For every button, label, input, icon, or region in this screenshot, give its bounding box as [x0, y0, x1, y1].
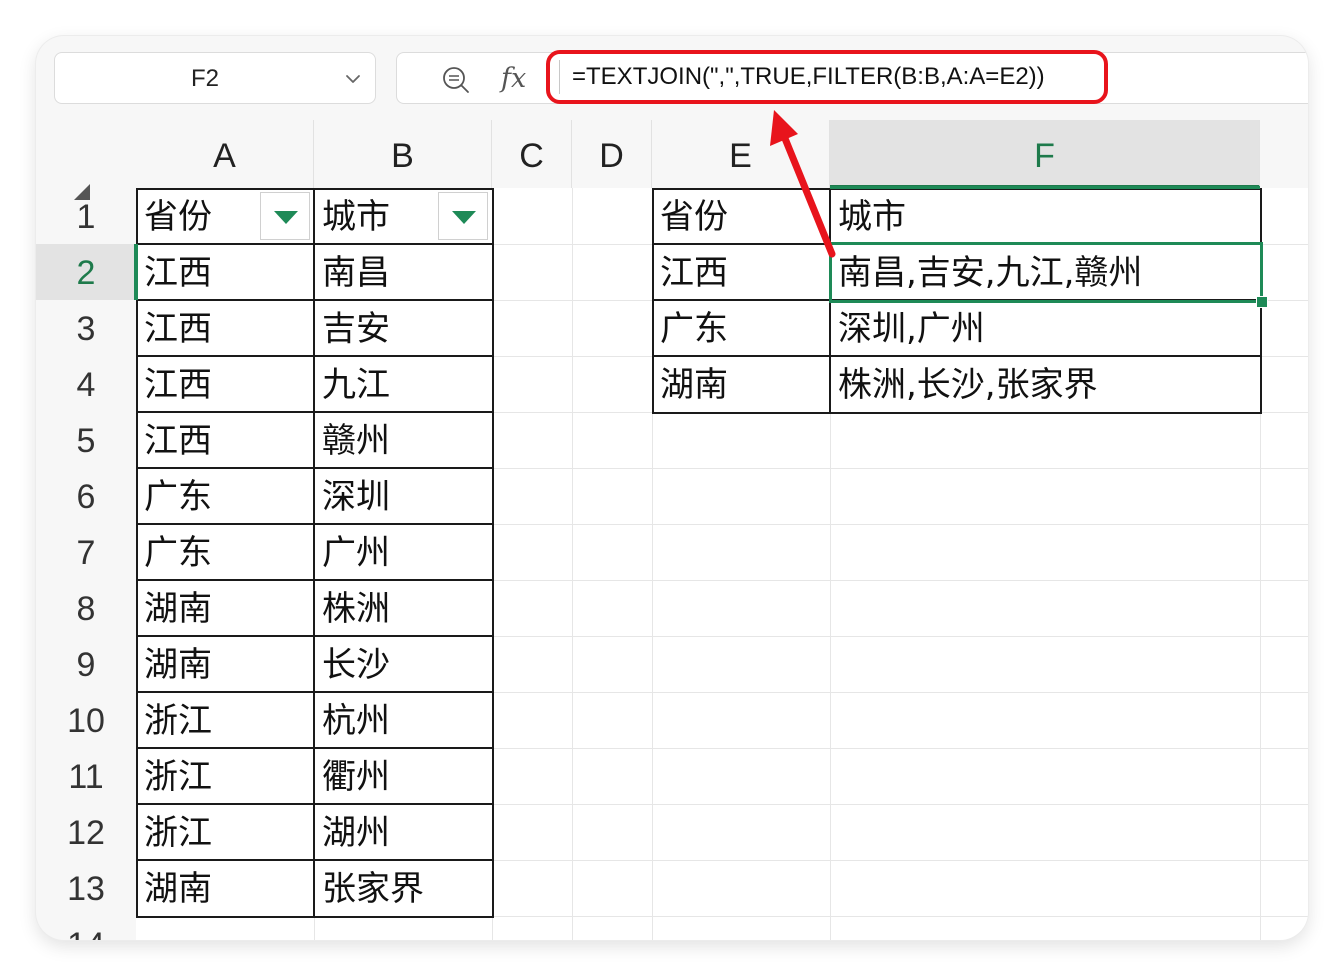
gridline	[572, 188, 573, 940]
filter-button-b[interactable]	[438, 192, 488, 240]
name-box-value: F2	[190, 65, 219, 92]
column-header-b[interactable]: B	[314, 120, 492, 188]
cell-a9[interactable]: 湖南	[136, 636, 314, 692]
cell-a4[interactable]: 江西	[136, 356, 314, 412]
active-cell-border	[829, 242, 1263, 303]
cell-e2[interactable]: 江西	[652, 244, 830, 300]
cell-a6[interactable]: 广东	[136, 468, 314, 524]
cell-a10[interactable]: 浙江	[136, 692, 314, 748]
cell-b12[interactable]: 湖州	[314, 804, 492, 860]
cell-area[interactable]: 省份 城市 江西 南昌 江西 吉安 江西 九江 江西 赣州 广东 深圳 广东 广…	[134, 186, 1308, 940]
row-header-6[interactable]: 6	[36, 468, 136, 524]
cell-a11[interactable]: 浙江	[136, 748, 314, 804]
row-header-4[interactable]: 4	[36, 356, 136, 412]
active-column-indicator	[830, 186, 1260, 189]
row-header-12[interactable]: 12	[36, 804, 136, 860]
chevron-down-icon[interactable]	[341, 67, 365, 91]
sheet-grid: A B C D E F 1 2 3 4 5 6 7 8 9 10 11 12 1…	[36, 120, 1308, 940]
cell-b2[interactable]: 南昌	[314, 244, 492, 300]
formula-cursor	[559, 60, 560, 94]
column-header-c[interactable]: C	[492, 120, 572, 188]
row-header-1[interactable]: 1	[36, 188, 136, 244]
cell-b3[interactable]: 吉安	[314, 300, 492, 356]
filter-dropdown-icon	[452, 211, 476, 224]
name-box[interactable]: F2	[54, 52, 376, 104]
fx-icon[interactable]: fx	[501, 59, 526, 99]
row-header-5[interactable]: 5	[36, 412, 136, 468]
column-header-f[interactable]: F	[830, 120, 1260, 188]
cell-f1[interactable]: 城市	[830, 188, 1260, 244]
cell-b13[interactable]: 张家界	[314, 860, 492, 916]
column-header-d[interactable]: D	[572, 120, 652, 188]
cell-a2[interactable]: 江西	[136, 244, 314, 300]
zoom-icon[interactable]	[441, 65, 471, 95]
cell-f4[interactable]: 株洲,长沙,张家界	[830, 356, 1260, 412]
row-header-13[interactable]: 13	[36, 860, 136, 916]
row-header-3[interactable]: 3	[36, 300, 136, 356]
filter-dropdown-icon	[274, 211, 298, 224]
formula-text[interactable]: =TEXTJOIN(",",TRUE,FILTER(B:B,A:A=E2))	[572, 56, 1045, 98]
cell-b5[interactable]: 赣州	[314, 412, 492, 468]
cell-b7[interactable]: 广州	[314, 524, 492, 580]
cell-f3[interactable]: 深圳,广州	[830, 300, 1260, 356]
active-row-indicator	[134, 244, 138, 300]
column-header-e[interactable]: E	[652, 120, 830, 188]
row-header-7[interactable]: 7	[36, 524, 136, 580]
cell-e3[interactable]: 广东	[652, 300, 830, 356]
cell-e4[interactable]: 湖南	[652, 356, 830, 412]
cell-b4[interactable]: 九江	[314, 356, 492, 412]
cell-b11[interactable]: 衢州	[314, 748, 492, 804]
cell-b10[interactable]: 杭州	[314, 692, 492, 748]
cell-a5[interactable]: 江西	[136, 412, 314, 468]
row-header-11[interactable]: 11	[36, 748, 136, 804]
cell-a8[interactable]: 湖南	[136, 580, 314, 636]
row-header-2[interactable]: 2	[36, 244, 136, 300]
cell-a7[interactable]: 广东	[136, 524, 314, 580]
cell-a13[interactable]: 湖南	[136, 860, 314, 916]
row-header-10[interactable]: 10	[36, 692, 136, 748]
cell-a12[interactable]: 浙江	[136, 804, 314, 860]
cell-a3[interactable]: 江西	[136, 300, 314, 356]
row-header-8[interactable]: 8	[36, 580, 136, 636]
column-header-a[interactable]: A	[136, 120, 314, 188]
cell-e1[interactable]: 省份	[652, 188, 830, 244]
cell-b9[interactable]: 长沙	[314, 636, 492, 692]
cell-b8[interactable]: 株洲	[314, 580, 492, 636]
filter-button-a[interactable]	[260, 192, 310, 240]
row-header-14[interactable]: 14	[36, 916, 136, 940]
spreadsheet-window: F2 fx =TEXTJOIN(",",TRUE,FILTER(B:B,A:A=…	[36, 36, 1308, 940]
fill-handle[interactable]	[1256, 296, 1268, 308]
row-header-9[interactable]: 9	[36, 636, 136, 692]
cell-b6[interactable]: 深圳	[314, 468, 492, 524]
